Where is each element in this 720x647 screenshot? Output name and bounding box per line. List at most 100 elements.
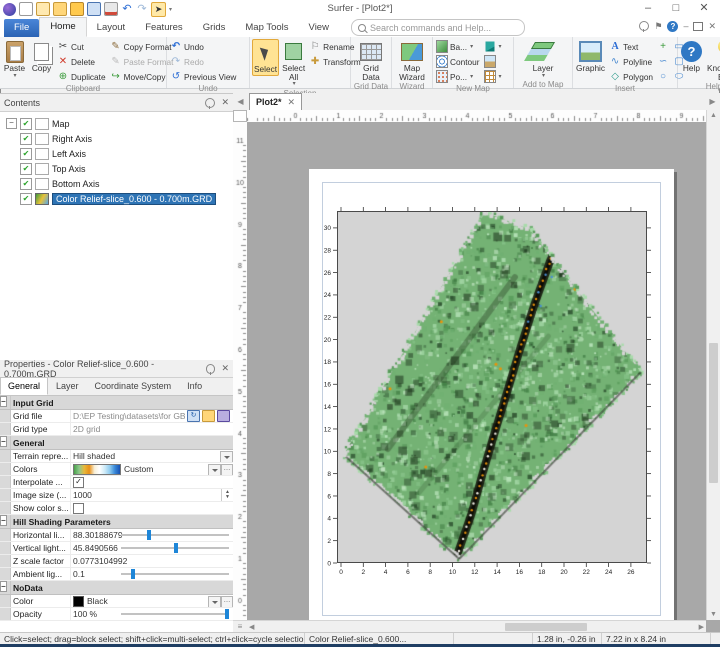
save-icon[interactable]	[87, 2, 101, 16]
tree-item-label[interactable]: Color Relief-slice_0.600 - 0.700m.GRD	[52, 193, 216, 205]
property-value[interactable]: Black…	[71, 595, 233, 607]
doc-close-icon[interactable]: ✕	[708, 20, 716, 32]
insert-text-button[interactable]: AText	[608, 39, 654, 54]
maximize-button[interactable]: □	[662, 0, 690, 18]
new-3d-surface-button[interactable]: ▾	[483, 39, 503, 54]
nodata-color-swatch[interactable]	[73, 596, 84, 607]
property-value[interactable]: Hill shaded	[71, 450, 233, 462]
redo-icon[interactable]: ↷	[136, 3, 148, 15]
vertical-ruler[interactable]	[233, 122, 248, 620]
new-contour-map-button[interactable]: Contour	[435, 54, 481, 69]
tree-item-label[interactable]: Right Axis	[52, 134, 92, 144]
property-section[interactable]: −NoData	[0, 581, 233, 595]
open-grid-icon[interactable]	[202, 410, 215, 422]
tree-item-label[interactable]: Top Axis	[52, 164, 86, 174]
tree-expander-icon[interactable]: −	[6, 118, 17, 129]
plot-document-tab[interactable]: Plot2*✕	[249, 93, 302, 110]
visibility-checkbox[interactable]: ✔	[20, 193, 32, 205]
scroll-left-icon[interactable]: ◀	[249, 623, 254, 631]
tree-item[interactable]: ✔ Color Relief-slice_0.600 - 0.700m.GRD	[0, 191, 233, 206]
property-value[interactable]	[71, 502, 233, 514]
property-value[interactable]: 0.0773104992	[71, 555, 233, 567]
tab-map-tools[interactable]: Map Tools	[235, 19, 298, 37]
horizontal-scroll-thumb[interactable]	[505, 623, 587, 631]
visibility-checkbox[interactable]: ✔	[20, 133, 32, 145]
tab-layout[interactable]: Layout	[87, 19, 136, 37]
open-icon[interactable]	[53, 2, 67, 16]
flag-icon[interactable]: ⚑	[654, 20, 662, 32]
more-options-button[interactable]: …	[221, 596, 233, 607]
map-frame[interactable]	[337, 211, 647, 563]
dropdown-chevron-icon[interactable]	[208, 464, 221, 475]
tree-item[interactable]: −✔ Map	[0, 116, 233, 131]
scroll-up-icon[interactable]: ▲	[707, 112, 720, 119]
section-collapse-icon[interactable]: −	[0, 436, 7, 447]
pin-icon[interactable]	[639, 21, 649, 31]
new-base-map-button[interactable]: Ba...▾	[435, 39, 481, 54]
help-button[interactable]: ? Help	[679, 39, 704, 74]
insert-symbol-button[interactable]: +	[656, 39, 670, 54]
search-input[interactable]: Search commands and Help...	[351, 19, 525, 36]
section-collapse-icon[interactable]: −	[0, 396, 7, 407]
tab-scroll-right-icon[interactable]: ▶	[707, 96, 718, 107]
new-image-map-button[interactable]	[483, 54, 503, 69]
property-section[interactable]: −Input Grid	[0, 396, 233, 410]
copy-button[interactable]: Copy	[29, 39, 54, 74]
slider-thumb[interactable]	[131, 569, 135, 579]
move-copy-button[interactable]: ↪Move/Copy	[109, 69, 175, 84]
grid-data-button[interactable]: Grid Data	[353, 39, 389, 82]
property-value[interactable]: 45.8490566	[71, 542, 233, 554]
copy-format-button[interactable]: ✎Copy Format	[109, 39, 175, 54]
undo-button[interactable]: ↶Undo	[169, 39, 237, 54]
tree-item-label[interactable]: Map	[52, 119, 70, 129]
tree-item-label[interactable]: Bottom Axis	[52, 179, 100, 189]
refresh-grid-icon[interactable]: ↻	[187, 410, 200, 422]
visibility-checkbox[interactable]: ✔	[20, 178, 32, 190]
add-layer-button[interactable]: Layer▾	[531, 39, 556, 80]
paste-button[interactable]: Paste▾	[2, 39, 27, 80]
tab-file[interactable]: File	[4, 19, 39, 37]
help-mini-icon[interactable]: ?	[667, 21, 678, 32]
print-icon[interactable]	[104, 2, 118, 16]
property-value[interactable]: D:\EP Testing\datasets\for GBJ - Sur...↻	[71, 410, 233, 422]
property-section[interactable]: −General	[0, 436, 233, 450]
slider-track[interactable]	[121, 547, 229, 549]
property-value[interactable]: Custom…	[71, 463, 233, 475]
property-value[interactable]: 0.1	[71, 568, 233, 580]
tab-features[interactable]: Features	[135, 19, 193, 37]
visibility-checkbox[interactable]: ✔	[20, 148, 32, 160]
doc-restore-icon[interactable]	[693, 22, 703, 31]
insert-circle-button[interactable]: ○	[656, 69, 670, 84]
property-value[interactable]: ✓	[71, 476, 233, 488]
tree-item[interactable]: ✔Top Axis	[0, 161, 233, 176]
pin-panel-icon[interactable]	[205, 98, 215, 108]
insert-spline-button[interactable]: ∽	[656, 54, 670, 69]
vertical-scroll-thumb[interactable]	[709, 343, 718, 483]
properties-tab-layer[interactable]: Layer	[48, 377, 87, 395]
slider-track[interactable]	[121, 534, 229, 536]
duplicate-button[interactable]: ⊕Duplicate	[56, 69, 107, 84]
tab-close-icon[interactable]: ✕	[288, 97, 296, 107]
redo-button[interactable]: ↷Redo	[169, 54, 237, 69]
paste-format-button[interactable]: ✎Paste Format	[109, 54, 175, 69]
property-checkbox[interactable]	[73, 503, 84, 514]
drawing-canvas[interactable]: 0246810121416182022242602468101214161820…	[247, 122, 706, 620]
qat-customize-caret[interactable]: ▾	[169, 6, 172, 13]
select-button[interactable]: Select	[252, 39, 279, 76]
section-collapse-icon[interactable]: −	[0, 581, 7, 592]
insert-polyline-button[interactable]: ∿Polyline	[608, 54, 654, 69]
slider-thumb[interactable]	[147, 530, 151, 540]
dropdown-chevron-icon[interactable]	[208, 596, 221, 607]
colormap-gradient-swatch[interactable]	[73, 464, 121, 475]
slider-thumb[interactable]	[225, 609, 229, 619]
tree-item[interactable]: ✔ Bottom Axis	[0, 176, 233, 191]
close-panel-icon[interactable]: ✕	[221, 97, 229, 108]
property-value[interactable]: 1000▲▼	[71, 489, 233, 501]
visibility-checkbox[interactable]: ✔	[20, 118, 32, 130]
tab-scroll-left-icon[interactable]: ◀	[235, 96, 246, 107]
close-properties-icon[interactable]: ✕	[221, 363, 229, 374]
properties-tab-general[interactable]: General	[0, 377, 48, 395]
import-icon[interactable]	[70, 2, 84, 16]
tab-grids[interactable]: Grids	[193, 19, 236, 37]
color-relief-layer[interactable]	[338, 212, 646, 562]
